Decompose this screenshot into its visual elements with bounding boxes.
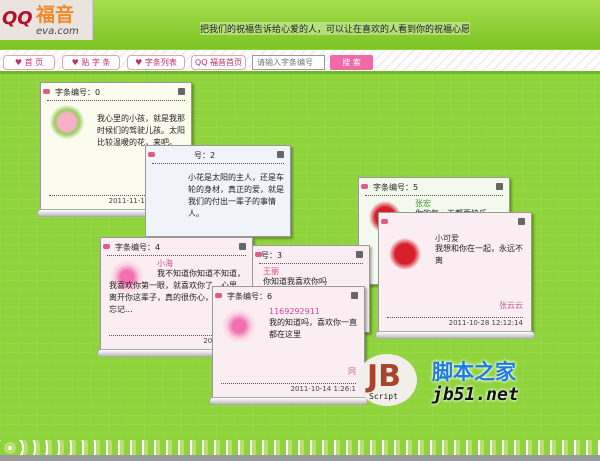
close-icon[interactable] [351,292,358,299]
note-title: 号：3 [261,251,283,260]
avatar-icon [387,237,423,271]
close-icon[interactable] [356,251,363,258]
note-date: 2011-10-28 12:12:14 [387,317,523,327]
close-icon[interactable] [178,88,185,95]
note-title: 字条编号：0 [55,88,101,97]
note-2[interactable]: 号：2 小花是太阳的主人，还是车轮的身材，真正的爱，就是我们的付出一辈子的事情人… [145,145,291,237]
note-text: 我的知道吗，喜欢你一直都在这里 [269,318,357,339]
watermark-title: 脚本之家 [432,360,516,384]
watermark-logo: JB Script [357,354,417,406]
scroll-roll [209,397,368,405]
note-name: 1169292911 [269,307,320,316]
qq-home-button[interactable]: QQ 福音首页 [191,55,246,70]
note-date: 2011-10-14 1:26:1 [221,383,356,393]
nav-bar: ♥ 首 页 ♥ 贴 字 条 ♥ 字条列表 QQ 福音首页 搜 索 [0,50,600,74]
header: QQ 福音 eva.com 把我们的祝福告诉给心爱的人，可以让在喜欢的人看到你的… [0,0,600,49]
note-signature: 张云云 [499,301,523,310]
watermark-script: Script [369,392,398,401]
close-icon[interactable] [496,183,503,190]
home-button[interactable]: ♥ 首 页 [3,55,55,70]
note-title: 号：2 [194,151,216,160]
note-6[interactable]: 字条编号：6 1169292911 我的知道吗，喜欢你一直都在这里 同 2011… [209,286,368,405]
logo-qq: QQ [2,8,33,29]
logo[interactable]: QQ 福音 eva.com [0,0,93,40]
close-icon[interactable] [277,151,284,158]
note-list-button[interactable]: ♥ 字条列表 [127,55,185,70]
heart-avatar-icon [221,309,257,343]
note-title: 字条编号：6 [227,292,273,301]
close-icon[interactable] [518,218,525,225]
note-title: 字条编号：4 [115,243,161,252]
close-icon[interactable] [239,243,246,250]
flower-footer [0,440,600,455]
scroll-roll [375,331,535,339]
search-button[interactable]: 搜 索 [330,55,373,70]
note-number-input[interactable] [252,55,325,70]
post-note-button[interactable]: ♥ 贴 字 条 [62,55,120,70]
avatar-icon [49,105,85,139]
logo-domain: eva.com [36,26,79,37]
watermark-logo-letters: JB [367,359,402,394]
note-1[interactable]: 小可爱 我想和你在一起，永远不离 张云云 2011-10-28 12:12:14 [375,212,535,339]
bottom-bar [0,455,600,461]
note-text: 我心里的小孩，就是我那时候们的驾驶儿孩。太阳比较温暖的花，来吧。 [97,114,185,147]
watermark-url: jb51.net [432,384,519,405]
note-text: 小花是太阳的主人，还是车轮的身材，真正的爱，就是我们的付出一辈子的事情人。 [188,173,284,218]
logo-title: 福音 [36,4,75,26]
slogan: 把我们的祝福告诉给心爱的人，可以让在喜欢的人看到你的祝福心愿 [200,22,471,35]
note-title: 字条编号：5 [373,183,419,192]
note-signature: 同 [348,367,356,376]
note-text: 我想和你在一起，永远不离 [435,244,523,265]
